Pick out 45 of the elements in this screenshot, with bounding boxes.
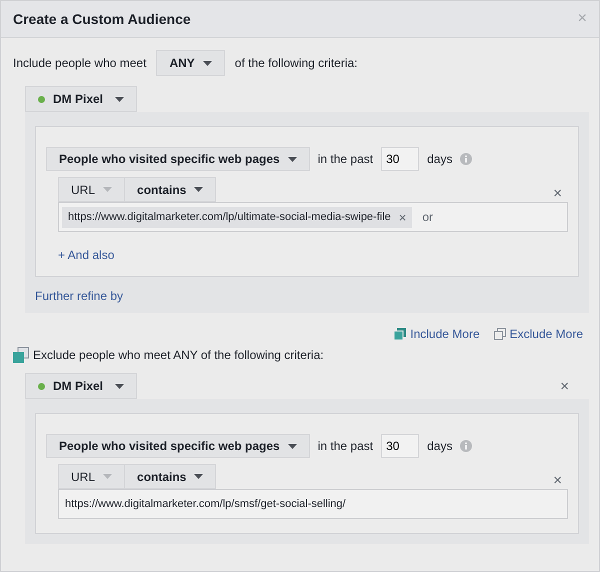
days-label: days bbox=[427, 439, 452, 453]
event-dropdown[interactable]: People who visited specific web pages bbox=[46, 147, 310, 171]
field-dropdown[interactable]: URL bbox=[58, 177, 124, 202]
exclude-more-link[interactable]: Exclude More bbox=[494, 327, 583, 341]
pixel-dropdown[interactable]: DM Pixel bbox=[25, 86, 138, 112]
url-token: https://www.digitalmarketer.com/lp/ultimate-social-media-swipe-file × bbox=[62, 206, 412, 228]
caret-icon bbox=[288, 156, 297, 162]
caret-icon bbox=[103, 474, 112, 479]
match-dropdown[interactable]: ANY bbox=[156, 50, 225, 76]
refine-link[interactable]: Further refine by bbox=[35, 289, 124, 303]
include-more-link[interactable]: Include More bbox=[394, 327, 480, 341]
event-dropdown[interactable]: People who visited specific web pages bbox=[46, 434, 310, 458]
include-label: Include people who meet bbox=[13, 56, 146, 70]
caret-icon bbox=[115, 96, 124, 102]
caret-icon bbox=[202, 60, 212, 66]
close-button[interactable]: × bbox=[547, 472, 568, 489]
dialog-title: Create a Custom Audience bbox=[13, 11, 191, 27]
days-label: days bbox=[427, 152, 452, 166]
close-button[interactable]: × bbox=[547, 185, 568, 202]
or-label: or bbox=[422, 210, 434, 224]
criteria-label: of the following criteria: bbox=[234, 56, 358, 70]
caret-icon bbox=[103, 187, 112, 192]
field-dropdown[interactable]: URL bbox=[58, 464, 124, 489]
url-field[interactable]: https://www.digitalmarketer.com/lp/ultimate-social-media-swipe-file × or bbox=[58, 202, 568, 232]
operator-dropdown[interactable]: contains bbox=[124, 177, 216, 202]
days-field[interactable]: 30 bbox=[381, 147, 420, 171]
caret-icon bbox=[115, 384, 124, 388]
caret-icon bbox=[288, 444, 297, 448]
caret-icon bbox=[194, 187, 204, 192]
and-also-link[interactable]: + And also bbox=[58, 248, 114, 262]
pixel-dropdown[interactable]: DM Pixel bbox=[25, 373, 138, 399]
remove-button[interactable]: × bbox=[398, 210, 406, 224]
past-label: in the past bbox=[318, 439, 374, 453]
caret-icon bbox=[194, 474, 204, 479]
url-field[interactable]: https://www.digitalmarketer.com/lp/smsf/get-social-selling/ bbox=[58, 489, 568, 519]
exclude-label: Exclude people who meet ANY of the following criteria: bbox=[33, 348, 324, 362]
days-field[interactable]: 30 bbox=[381, 434, 420, 458]
stack-icon bbox=[394, 328, 406, 340]
close-button[interactable]: × bbox=[554, 378, 575, 394]
operator-dropdown[interactable]: contains bbox=[124, 464, 216, 489]
past-label: in the past bbox=[318, 152, 374, 166]
info-icon bbox=[460, 153, 472, 165]
stack-icon bbox=[13, 347, 29, 363]
stack-icon bbox=[494, 328, 506, 340]
info-icon bbox=[460, 440, 472, 452]
